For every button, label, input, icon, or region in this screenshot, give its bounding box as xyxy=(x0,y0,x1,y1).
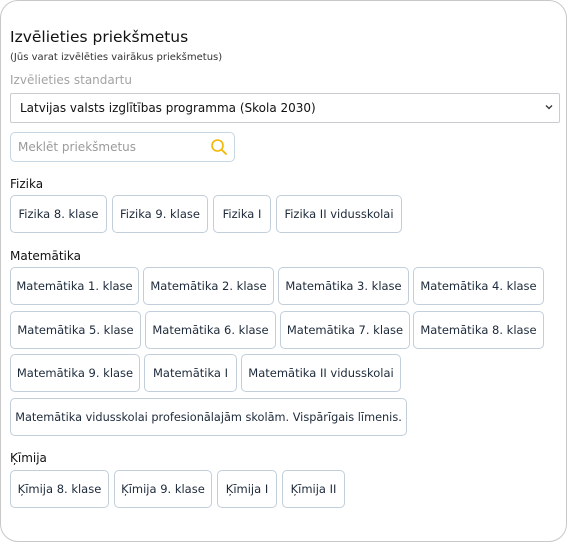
subject-chip[interactable]: Matemātika II vidusskolai xyxy=(241,354,401,392)
subject-chip[interactable]: Matemātika 2. klase xyxy=(143,267,274,305)
subject-chip[interactable]: Ķīmija I xyxy=(217,470,277,508)
subject-chip[interactable]: Matemātika 5. klase xyxy=(10,311,141,349)
subject-selection-card: Izvēlieties priekšmetus (Jūs varat izvēl… xyxy=(0,0,567,542)
standard-label: Izvēlieties standartu xyxy=(10,73,132,87)
subject-chip[interactable]: Matemātika 1. klase xyxy=(10,267,139,305)
category-heading-fizika: Fizika xyxy=(10,177,44,191)
chevron-down-icon xyxy=(545,105,553,110)
subject-chip[interactable]: Matemātika 7. klase xyxy=(280,311,410,349)
subject-chip[interactable]: Ķīmija 8. klase xyxy=(10,470,109,508)
subject-chip[interactable]: Matemātika vidusskolai profesionālajām s… xyxy=(10,398,407,436)
subject-chip[interactable]: Fizika II vidusskolai xyxy=(276,195,402,233)
subject-chip[interactable]: Ķīmija II xyxy=(282,470,345,508)
standard-select-value: Latvijas valsts izglītības programma (Sk… xyxy=(20,101,316,115)
category-heading-matematika: Matemātika xyxy=(10,249,81,263)
subject-chip[interactable]: Fizika I xyxy=(213,195,271,233)
subject-chip[interactable]: Matemātika 3. klase xyxy=(278,267,409,305)
subject-chip[interactable]: Matemātika 9. klase xyxy=(10,354,140,392)
standard-select[interactable]: Latvijas valsts izglītības programma (Sk… xyxy=(10,93,560,123)
page-title: Izvēlieties priekšmetus xyxy=(10,28,189,46)
subject-chip[interactable]: Fizika 9. klase xyxy=(112,195,208,233)
search-box xyxy=(10,132,235,162)
search-input[interactable] xyxy=(18,140,198,154)
subject-chip[interactable]: Fizika 8. klase xyxy=(10,195,107,233)
subject-chip[interactable]: Matemātika 8. klase xyxy=(413,311,544,349)
subject-chip[interactable]: Ķīmija 9. klase xyxy=(114,470,212,508)
subject-chip[interactable]: Matemātika I xyxy=(144,354,237,392)
category-heading-kimija: Ķīmija xyxy=(10,451,47,465)
subject-chip[interactable]: Matemātika 6. klase xyxy=(145,311,276,349)
subject-chip[interactable]: Matemātika 4. klase xyxy=(413,267,544,305)
page-subtitle: (Jūs varat izvēlēties vairākus priekšmet… xyxy=(10,52,223,63)
magnifier-icon[interactable] xyxy=(210,138,228,156)
